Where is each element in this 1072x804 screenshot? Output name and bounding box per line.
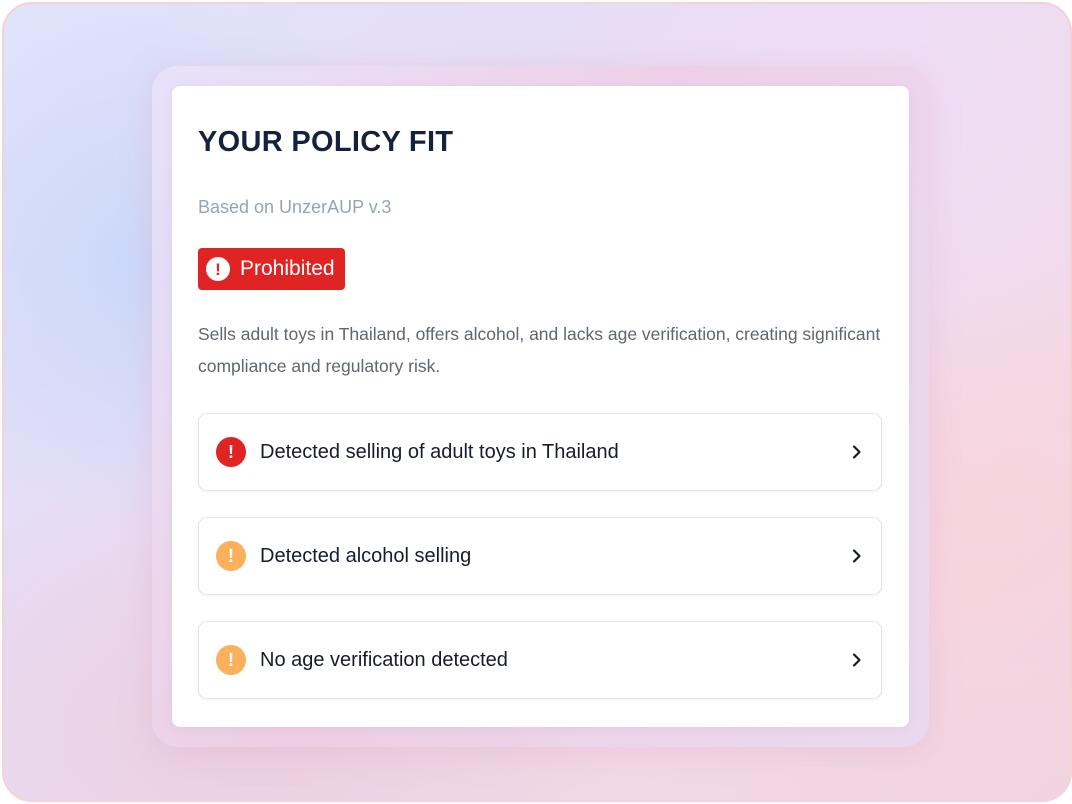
exclamation-circle-icon: !	[206, 257, 230, 281]
background-frame: YOUR POLICY FIT Based on UnzerAUP v.3 ! …	[2, 2, 1072, 802]
exclamation-circle-icon: !	[216, 645, 246, 675]
finding-label: Detected alcohol selling	[260, 544, 472, 567]
chevron-right-icon	[852, 653, 861, 667]
finding-item[interactable]: ! No age verification detected	[198, 621, 882, 699]
policy-version-subtitle: Based on UnzerAUP v.3	[198, 197, 392, 217]
policy-fit-card: YOUR POLICY FIT Based on UnzerAUP v.3 ! …	[172, 86, 909, 727]
assessment-description: Sells adult toys in Thailand, offers alc…	[198, 324, 881, 376]
chevron-right-icon	[852, 549, 861, 563]
finding-item[interactable]: ! Detected alcohol selling	[198, 517, 882, 595]
card-title: YOUR POLICY FIT	[198, 126, 454, 158]
status-badge-label: Prohibited	[240, 257, 335, 280]
exclamation-circle-icon: !	[216, 541, 246, 571]
finding-label: Detected selling of adult toys in Thaila…	[260, 440, 619, 463]
finding-item[interactable]: ! Detected selling of adult toys in Thai…	[198, 413, 882, 491]
exclamation-circle-icon: !	[216, 437, 246, 467]
chevron-right-icon	[852, 445, 861, 459]
finding-label: No age verification detected	[260, 648, 508, 671]
status-badge: ! Prohibited	[198, 248, 345, 290]
